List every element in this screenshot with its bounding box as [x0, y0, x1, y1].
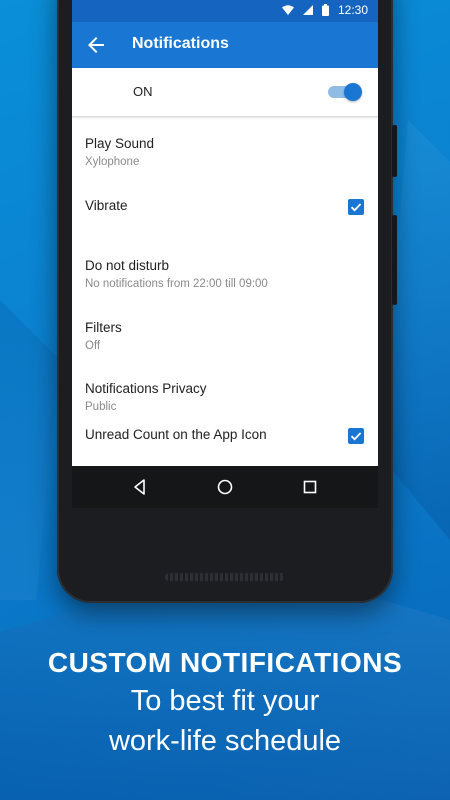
setting-do-not-disturb[interactable]: Do not disturb No notifications from 22:…	[72, 250, 378, 298]
setting-title: Play Sound	[85, 136, 155, 151]
nav-home-button[interactable]	[215, 477, 235, 497]
phone-screen: 12:30 Notifications ON Play Sound Xyloph…	[72, 0, 378, 508]
phone-frame: 12:30 Notifications ON Play Sound Xyloph…	[57, 0, 397, 603]
setting-subtitle: Public	[85, 401, 117, 413]
power-button	[392, 125, 397, 177]
setting-unread-count[interactable]: Unread Count on the App Icon	[72, 421, 378, 465]
arrow-back-icon	[88, 37, 104, 53]
notifications-switch[interactable]	[328, 83, 362, 101]
check-icon	[350, 203, 362, 212]
caption-line-1: To best fit your	[130, 685, 320, 717]
background-facet	[0, 300, 60, 600]
setting-title: Vibrate	[85, 198, 128, 213]
setting-filters[interactable]: Filters Off	[72, 312, 378, 360]
setting-subtitle: Xylophone	[85, 156, 140, 168]
home-circle-icon	[217, 479, 233, 495]
master-toggle-label: ON	[133, 84, 153, 99]
speaker-grille	[165, 573, 285, 581]
page-title: Notifications	[132, 35, 229, 52]
caption-line-2: work-life schedule	[108, 725, 342, 757]
setting-title: Unread Count on the App Icon	[85, 427, 267, 442]
status-time: 12:30	[337, 3, 368, 17]
setting-title: Do not disturb	[85, 258, 170, 273]
app-bar: Notifications	[72, 22, 378, 68]
back-triangle-icon	[134, 479, 145, 495]
status-bar: 12:30	[72, 0, 378, 22]
volume-button	[392, 215, 397, 305]
battery-icon	[321, 4, 329, 16]
nav-recents-button[interactable]	[300, 477, 320, 497]
setting-title: Notifications Privacy	[85, 381, 207, 396]
setting-notifications-privacy[interactable]: Notifications Privacy Public	[72, 373, 378, 421]
vibrate-checkbox[interactable]	[348, 199, 364, 215]
switch-thumb	[344, 83, 362, 101]
check-icon	[350, 432, 362, 441]
master-toggle-row[interactable]: ON	[72, 68, 378, 117]
setting-subtitle: No notifications from 22:00 till 09:00	[85, 278, 268, 290]
recents-square-icon	[303, 480, 317, 494]
wifi-icon	[281, 5, 294, 15]
unread-count-checkbox[interactable]	[348, 428, 364, 444]
setting-title: Filters	[85, 320, 122, 335]
caption-heading: CUSTOM NOTIFICATIONS	[47, 647, 403, 678]
back-button[interactable]	[84, 33, 108, 57]
setting-play-sound[interactable]: Play Sound Xylophone	[72, 128, 378, 176]
promo-caption: CUSTOM NOTIFICATIONS To best fit your wo…	[0, 645, 450, 761]
nav-back-button[interactable]	[130, 477, 150, 497]
signal-icon	[302, 5, 313, 15]
navigation-bar	[72, 466, 378, 508]
setting-subtitle: Off	[85, 340, 101, 352]
setting-vibrate[interactable]: Vibrate	[72, 192, 378, 236]
